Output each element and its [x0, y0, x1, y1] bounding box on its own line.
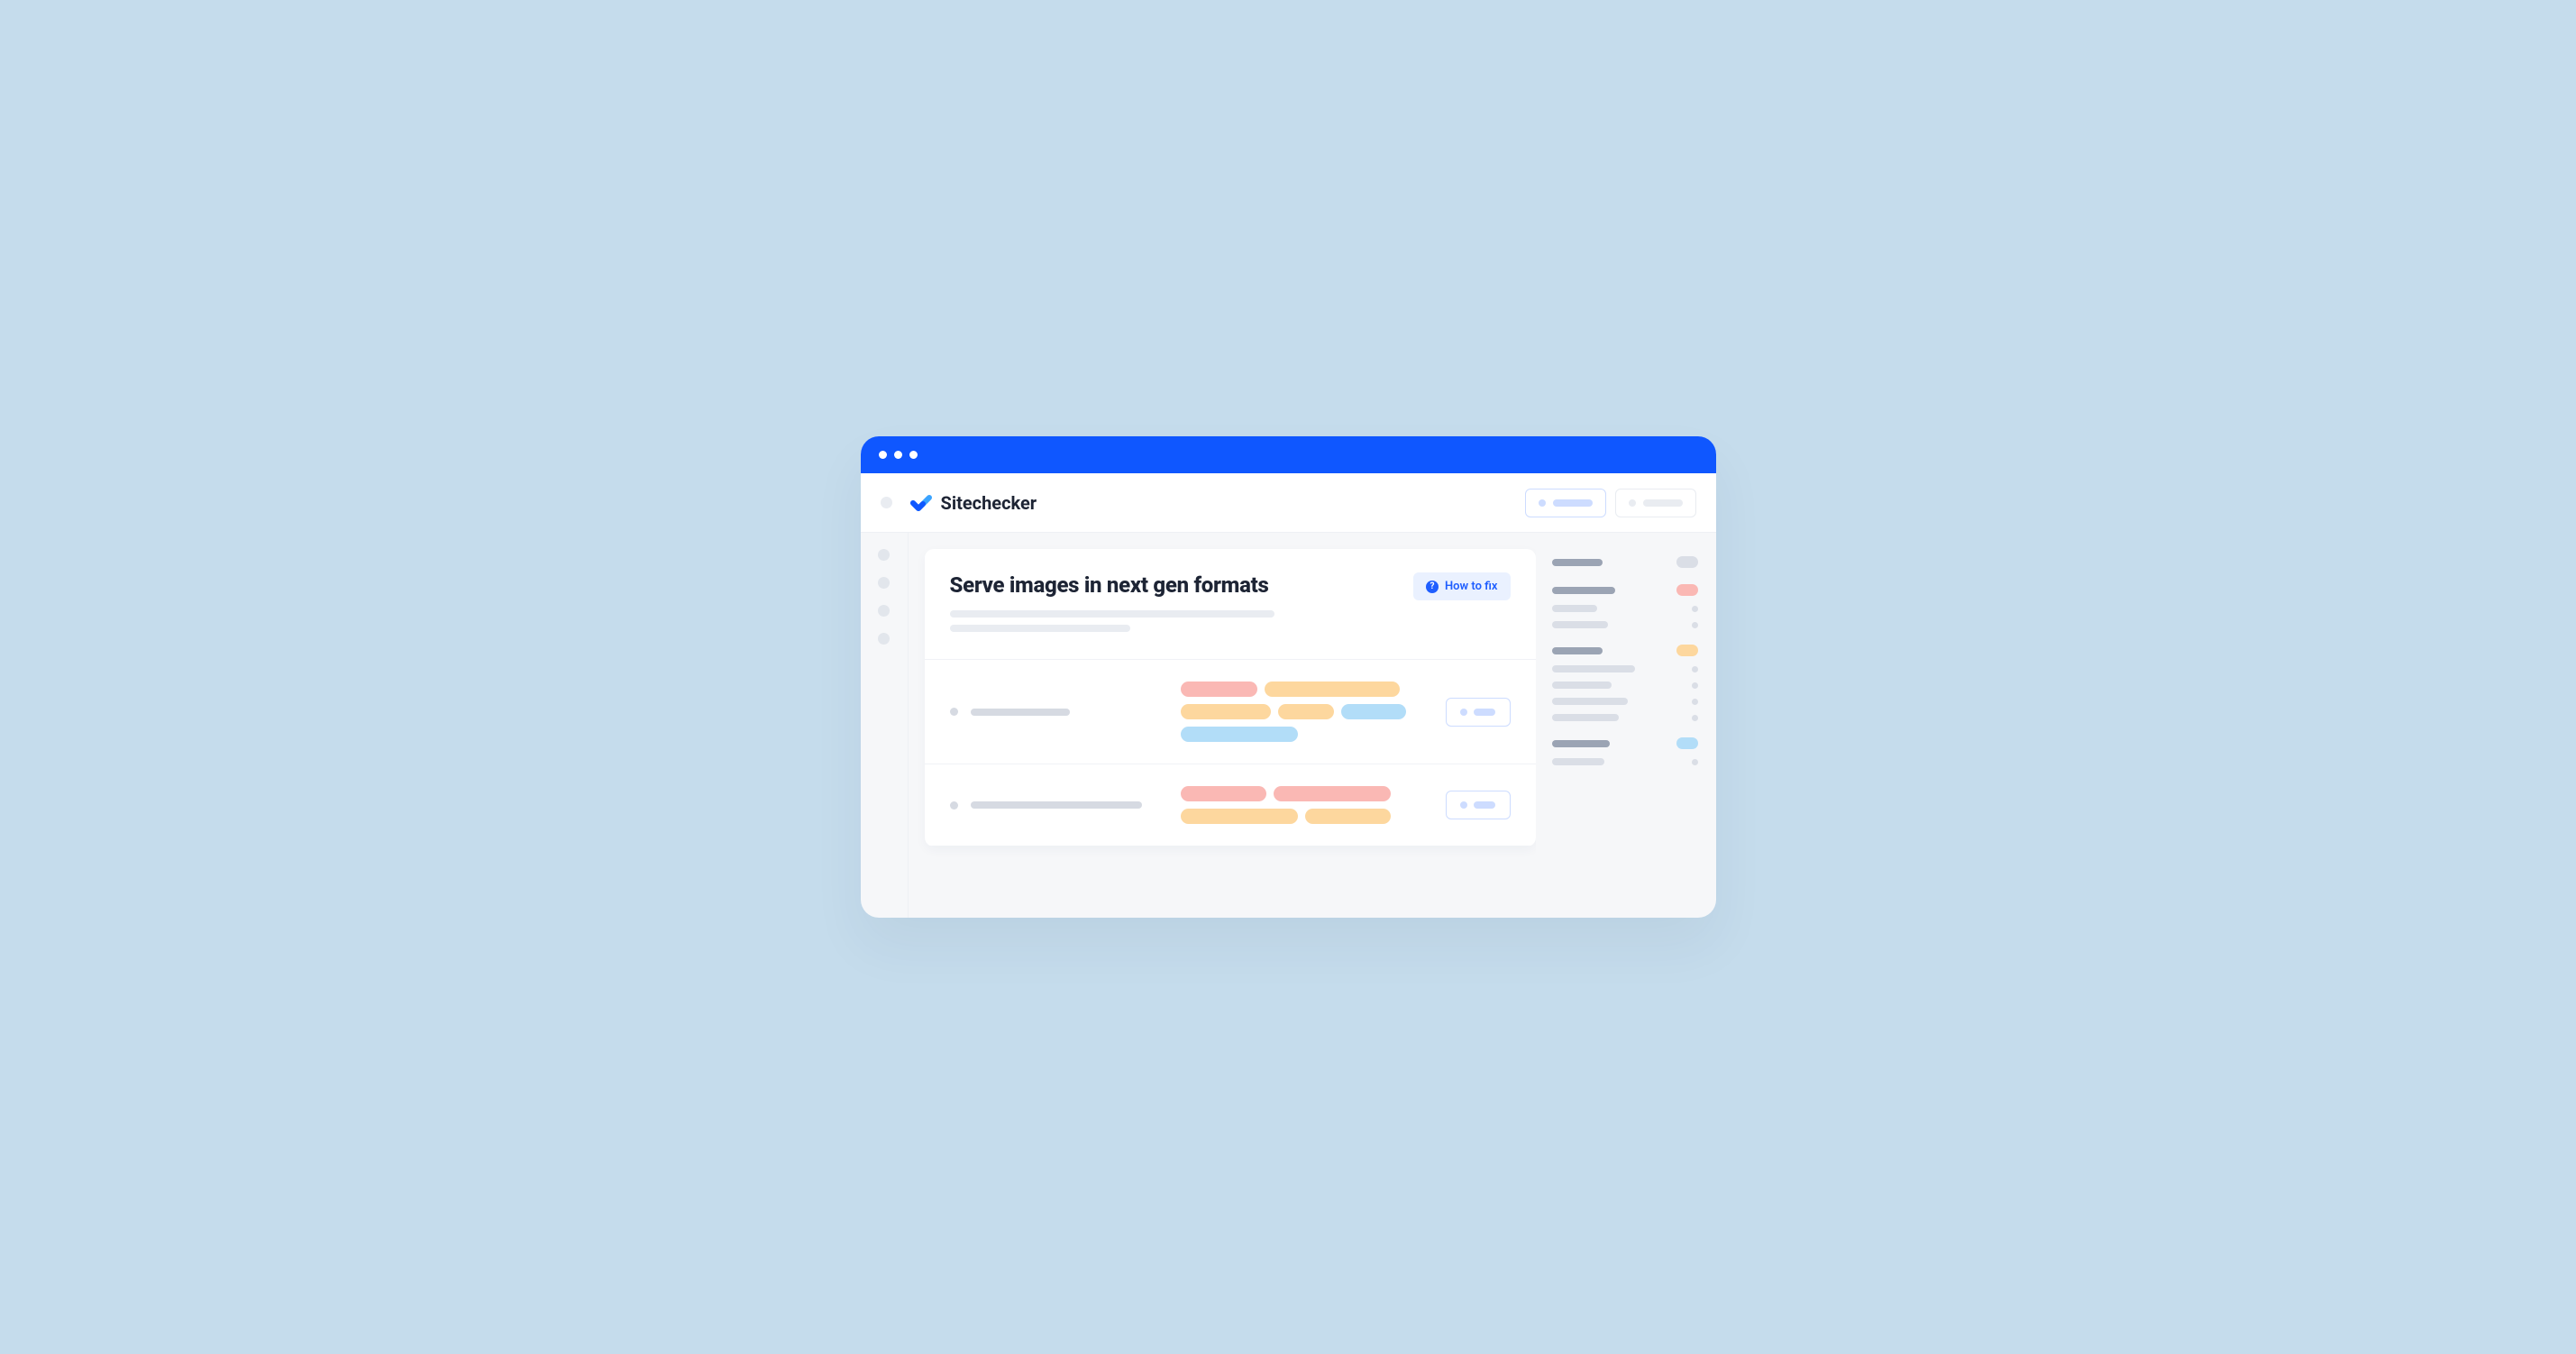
tag-warning: [1305, 809, 1391, 824]
issue-url-placeholder: [950, 801, 1157, 810]
sidebar-count-badge-critical: [1676, 584, 1698, 596]
sidebar-item[interactable]: [1552, 682, 1612, 689]
menu-toggle[interactable]: [881, 497, 892, 508]
tag-info: [1341, 704, 1406, 719]
tag-critical: [1274, 786, 1391, 801]
card-header: Serve images in next gen formats ? How t…: [925, 549, 1536, 660]
placeholder-line: [1553, 499, 1593, 507]
sidebar-item-dot: [1692, 666, 1698, 672]
tag-info: [1181, 727, 1298, 742]
sidebar-heading: [1552, 587, 1615, 594]
sidebar-item-dot: [1692, 682, 1698, 689]
window-maximize-dot[interactable]: [909, 451, 918, 459]
issue-row: [925, 660, 1536, 764]
sidebar-item-dot: [1692, 759, 1698, 765]
sidebar-heading: [1552, 740, 1610, 747]
sidebar-group: [1552, 645, 1698, 721]
sidebar-item[interactable]: [1552, 758, 1604, 765]
left-nav-rail: [861, 533, 909, 918]
help-icon: ?: [1426, 581, 1439, 593]
sidebar-heading: [1552, 559, 1603, 566]
row-action-button[interactable]: [1446, 791, 1511, 819]
checkmark-logo-icon: [910, 492, 932, 514]
tag-warning: [1265, 682, 1400, 697]
issue-tags: [1181, 786, 1422, 824]
how-to-fix-button[interactable]: ? How to fix: [1413, 572, 1511, 600]
nav-item[interactable]: [878, 633, 890, 645]
placeholder-dot: [1629, 499, 1636, 507]
tag-warning: [1278, 704, 1334, 719]
brand-name: Sitechecker: [941, 492, 1037, 514]
window-close-dot[interactable]: [879, 451, 887, 459]
sidebar-item-dot: [1692, 622, 1698, 628]
sidebar-item[interactable]: [1552, 665, 1635, 672]
app-header: Sitechecker: [861, 473, 1716, 533]
sidebar-item-dot: [1692, 606, 1698, 612]
tag-critical: [1181, 786, 1266, 801]
sidebar-item[interactable]: [1552, 621, 1608, 628]
window-title-bar: [861, 436, 1716, 473]
placeholder-line: [1643, 499, 1683, 507]
row-action-button[interactable]: [1446, 698, 1511, 727]
sidebar-group: [1552, 584, 1698, 628]
app-body: Serve images in next gen formats ? How t…: [861, 533, 1716, 918]
browser-window: Sitechecker Serve images in next gen for…: [861, 436, 1716, 918]
nav-item[interactable]: [878, 549, 890, 561]
sidebar-group: [1552, 556, 1698, 568]
nav-item[interactable]: [878, 605, 890, 617]
nav-item[interactable]: [878, 577, 890, 589]
header-primary-button[interactable]: [1525, 489, 1606, 517]
placeholder-dot: [1539, 499, 1546, 507]
sidebar-item-dot: [1692, 715, 1698, 721]
tag-warning: [1181, 704, 1271, 719]
header-secondary-button[interactable]: [1615, 489, 1696, 517]
issue-card: Serve images in next gen formats ? How t…: [925, 549, 1536, 846]
page-title: Serve images in next gen formats: [950, 572, 1274, 598]
issue-row: [925, 764, 1536, 846]
right-sidebar: [1536, 533, 1716, 918]
issue-url-placeholder: [950, 708, 1157, 716]
sidebar-count-badge: [1676, 556, 1698, 568]
sidebar-item[interactable]: [1552, 714, 1619, 721]
tag-warning: [1181, 809, 1298, 824]
sidebar-count-badge-warning: [1676, 645, 1698, 656]
main-content: Serve images in next gen formats ? How t…: [909, 533, 1536, 918]
page-description-placeholder: [950, 610, 1274, 632]
sidebar-item-dot: [1692, 699, 1698, 705]
window-minimize-dot[interactable]: [894, 451, 902, 459]
sidebar-heading: [1552, 647, 1603, 654]
sidebar-count-badge-info: [1676, 737, 1698, 749]
sidebar-item[interactable]: [1552, 605, 1597, 612]
sidebar-group: [1552, 737, 1698, 765]
issue-tags: [1181, 682, 1422, 742]
how-to-fix-label: How to fix: [1445, 580, 1498, 593]
sidebar-item[interactable]: [1552, 698, 1628, 705]
brand-logo[interactable]: Sitechecker: [910, 492, 1037, 514]
tag-critical: [1181, 682, 1257, 697]
